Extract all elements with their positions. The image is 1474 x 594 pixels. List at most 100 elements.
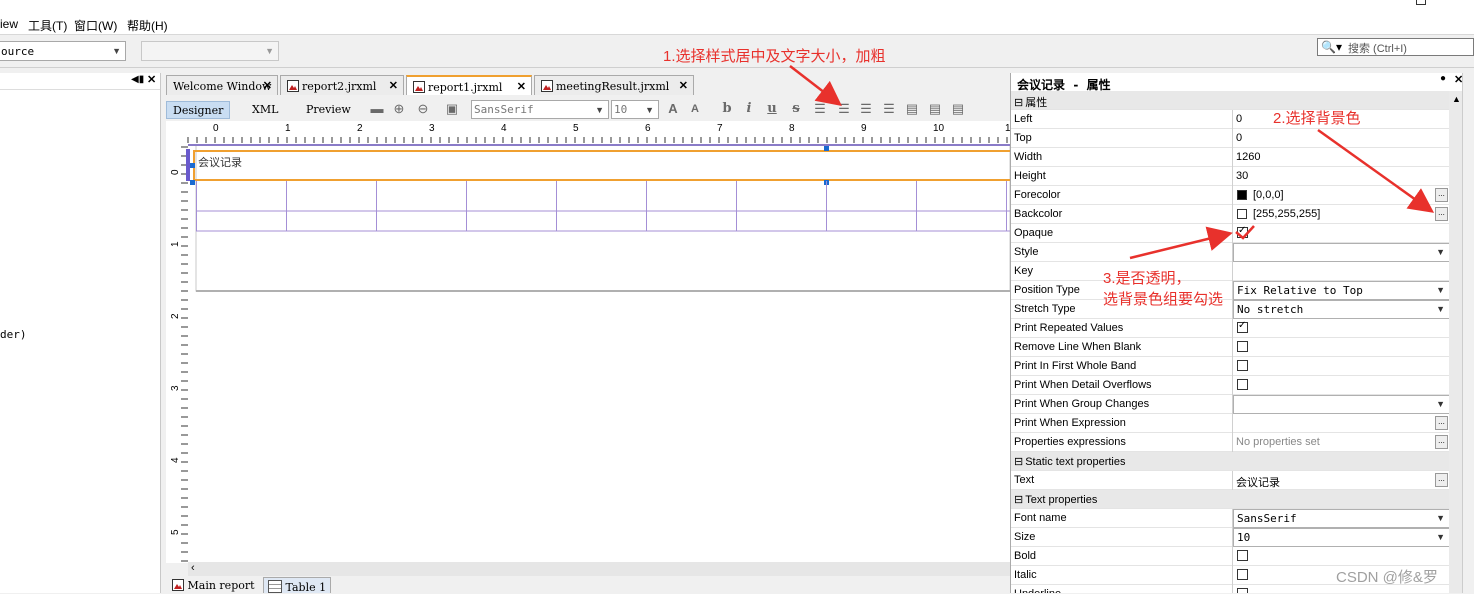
xml-view-button[interactable]: XML bbox=[246, 101, 284, 119]
increase-font-icon[interactable]: A bbox=[665, 101, 681, 117]
property-value-cell[interactable]: 30 bbox=[1232, 167, 1449, 186]
datasource-combo[interactable]: ource ▼ bbox=[0, 41, 126, 61]
design-canvas[interactable]: 会议记录 bbox=[186, 143, 1010, 563]
zoom-in-icon[interactable]: ⊕ bbox=[391, 101, 407, 117]
scroll-up-icon[interactable]: ▲ bbox=[1452, 94, 1461, 104]
close-icon[interactable]: ✕ bbox=[389, 79, 398, 92]
menu-tools[interactable]: 工具(T) bbox=[28, 17, 67, 34]
tab-welcome-window[interactable]: Welcome Window ✕ bbox=[166, 75, 278, 95]
menu-window[interactable]: 窗口(W) bbox=[74, 17, 117, 34]
property-value-cell[interactable]: 10 ▼ bbox=[1232, 528, 1449, 547]
ellipsis-button[interactable]: ... bbox=[1435, 435, 1448, 449]
font-size-combo[interactable]: 10 ▼ bbox=[611, 100, 659, 119]
property-value-cell[interactable]: ▼ bbox=[1232, 395, 1449, 414]
color-picker-button[interactable]: ... bbox=[1435, 207, 1448, 221]
align-right-icon[interactable]: ☰ bbox=[881, 101, 897, 117]
property-category[interactable]: ⊟ Static text properties bbox=[1011, 452, 1449, 471]
properties-icon[interactable]: ▣ bbox=[444, 101, 460, 117]
tab-report1[interactable]: report1.jrxml ✕ bbox=[406, 75, 532, 95]
property-value-cell[interactable]: Fix Relative to Top ▼ bbox=[1232, 281, 1449, 300]
collapse-icon[interactable]: ⊟ bbox=[1014, 494, 1023, 506]
chevron-down-icon: ▼ bbox=[1436, 399, 1445, 409]
bold-icon[interactable]: b bbox=[719, 101, 735, 117]
tab-report2[interactable]: report2.jrxml ✕ bbox=[280, 75, 404, 95]
align-bottom-icon[interactable]: ▤ bbox=[950, 101, 966, 117]
ruler-label: 0 bbox=[213, 123, 219, 134]
property-checkbox[interactable] bbox=[1237, 379, 1248, 390]
align-middle-icon[interactable]: ▤ bbox=[927, 101, 943, 117]
property-dropdown[interactable]: ▼ bbox=[1233, 243, 1449, 262]
property-value-cell[interactable]: [255,255,255]... bbox=[1232, 205, 1449, 224]
property-value-cell[interactable] bbox=[1232, 224, 1449, 243]
property-value-cell[interactable] bbox=[1232, 357, 1449, 376]
property-category[interactable]: ⊟ Text properties bbox=[1011, 490, 1449, 509]
tab-table-1[interactable]: Table 1 bbox=[263, 577, 332, 594]
menu-help[interactable]: 帮助(H) bbox=[127, 17, 168, 34]
underline-icon[interactable]: u bbox=[764, 101, 780, 117]
color-picker-button[interactable]: ... bbox=[1435, 188, 1448, 202]
font-name-combo[interactable]: SansSerif ▼ bbox=[471, 100, 609, 119]
property-checkbox[interactable] bbox=[1237, 588, 1248, 593]
chat-bubble-icon[interactable]: ▬ bbox=[369, 101, 385, 117]
property-value-cell[interactable]: 0 bbox=[1232, 129, 1449, 148]
property-value-cell[interactable]: 会议记录... bbox=[1232, 471, 1449, 490]
property-value-cell[interactable]: SansSerif ▼ bbox=[1232, 509, 1449, 528]
property-row: Remove Line When Blank bbox=[1011, 338, 1449, 357]
table-grid[interactable] bbox=[188, 143, 1010, 563]
decrease-font-icon[interactable]: A bbox=[687, 101, 703, 117]
property-value-cell[interactable] bbox=[1232, 547, 1449, 566]
property-dropdown[interactable]: Fix Relative to Top ▼ bbox=[1233, 281, 1449, 300]
panel-menu-icon[interactable]: ● bbox=[1440, 73, 1446, 84]
property-checkbox[interactable] bbox=[1237, 341, 1248, 352]
designer-view-button[interactable]: Designer bbox=[166, 101, 230, 119]
horizontal-scrollbar[interactable]: ‹ bbox=[188, 562, 1010, 576]
property-row: Properties expressions No properties set.… bbox=[1011, 433, 1449, 452]
menu-view[interactable]: iew bbox=[0, 17, 18, 31]
align-left-icon[interactable]: ☰ bbox=[812, 101, 828, 117]
secondary-combo[interactable]: ▼ bbox=[141, 41, 279, 61]
properties-scrollbar[interactable]: ▲ bbox=[1449, 91, 1463, 593]
align-top-icon[interactable]: ▤ bbox=[904, 101, 920, 117]
property-category[interactable]: ⊟ 属性 bbox=[1011, 91, 1449, 110]
window-restore-icon[interactable] bbox=[1416, 0, 1426, 5]
property-value-cell[interactable] bbox=[1232, 262, 1449, 281]
property-dropdown[interactable]: SansSerif ▼ bbox=[1233, 509, 1449, 528]
ellipsis-button[interactable]: ... bbox=[1435, 473, 1448, 487]
close-icon[interactable]: ✕ bbox=[147, 73, 156, 86]
align-justify-icon[interactable]: ☰ bbox=[836, 101, 852, 117]
panel-minimize-icon[interactable]: ◀▮ bbox=[131, 74, 144, 85]
property-dropdown[interactable]: 10 ▼ bbox=[1233, 528, 1449, 547]
scroll-left-icon[interactable]: ‹ bbox=[191, 562, 195, 574]
property-dropdown[interactable]: ▼ bbox=[1233, 395, 1449, 414]
property-value-cell[interactable]: No stretch ▼ bbox=[1232, 300, 1449, 319]
property-value-cell[interactable]: 1260 bbox=[1232, 148, 1449, 167]
property-value-cell[interactable]: ▼ bbox=[1232, 243, 1449, 262]
search-input[interactable]: 🔍▾ 搜索 (Ctrl+I) bbox=[1317, 38, 1474, 56]
preview-view-button[interactable]: Preview bbox=[300, 101, 357, 119]
italic-icon[interactable]: i bbox=[741, 101, 757, 117]
property-checkbox[interactable] bbox=[1237, 569, 1248, 580]
align-center-icon[interactable]: ☰ bbox=[858, 101, 874, 117]
property-value-cell[interactable] bbox=[1232, 338, 1449, 357]
property-checkbox[interactable] bbox=[1237, 225, 1248, 238]
property-checkbox[interactable] bbox=[1237, 550, 1248, 561]
property-value-cell[interactable] bbox=[1232, 319, 1449, 338]
ellipsis-button[interactable]: ... bbox=[1435, 416, 1448, 430]
property-value-cell[interactable]: No properties set... bbox=[1232, 433, 1449, 452]
tab-main-report[interactable]: Main report bbox=[168, 577, 259, 593]
collapse-icon[interactable]: ⊟ bbox=[1014, 456, 1023, 468]
close-icon[interactable]: ✕ bbox=[263, 79, 272, 92]
property-checkbox[interactable] bbox=[1237, 320, 1248, 333]
property-checkbox[interactable] bbox=[1237, 360, 1248, 371]
property-value-cell[interactable]: ... bbox=[1232, 414, 1449, 433]
property-dropdown[interactable]: No stretch ▼ bbox=[1233, 300, 1449, 319]
property-value-cell[interactable]: [0,0,0]... bbox=[1232, 186, 1449, 205]
zoom-out-icon[interactable]: ⊖ bbox=[415, 101, 431, 117]
tab-meeting-result[interactable]: meetingResult.jrxml ✕ bbox=[534, 75, 694, 95]
close-icon[interactable]: ✕ bbox=[517, 80, 526, 93]
property-value-cell[interactable] bbox=[1232, 376, 1449, 395]
strikethrough-icon[interactable]: s bbox=[788, 101, 804, 117]
ruler-label: 4 bbox=[501, 123, 507, 134]
close-icon[interactable]: ✕ bbox=[679, 79, 688, 92]
collapse-icon[interactable]: ⊟ bbox=[1014, 97, 1023, 109]
